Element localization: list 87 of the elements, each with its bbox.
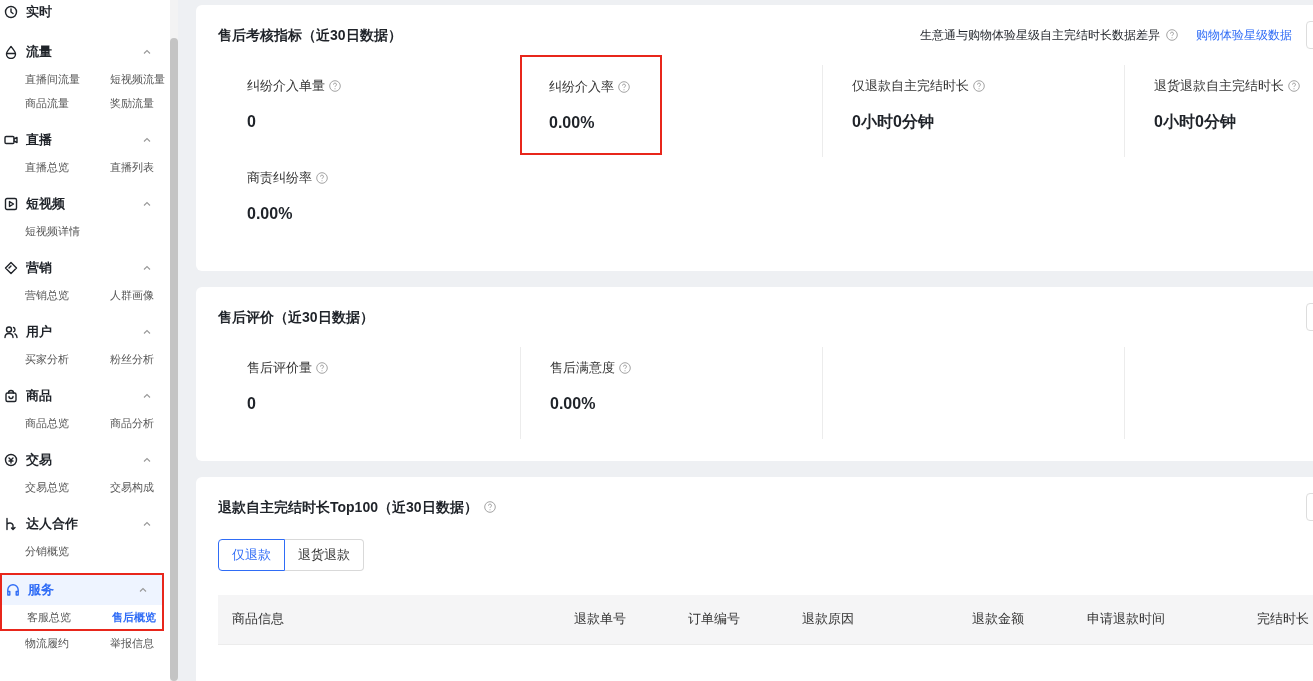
sidebar-item[interactable]: 直播总览	[25, 155, 97, 179]
metric-value: 0	[247, 111, 257, 132]
segment-tab[interactable]: 仅退款	[218, 539, 285, 571]
sidebar-item[interactable]: 粉丝分析	[110, 347, 170, 371]
info-note: 生意通与购物体验星级自主完结时长数据差异	[920, 27, 1160, 44]
chevron-up-icon[interactable]	[142, 135, 152, 145]
column-header: 订单编号	[687, 610, 741, 629]
column-header: 退款单号	[573, 610, 627, 629]
bag-icon	[4, 389, 18, 403]
help-icon[interactable]	[483, 501, 496, 513]
sidebar-item[interactable]: 物流履约	[25, 631, 97, 655]
users-icon	[4, 325, 18, 339]
play-icon	[4, 197, 18, 211]
sidebar-group-header[interactable]: 交易	[0, 445, 166, 475]
chevron-up-icon[interactable]	[138, 585, 148, 595]
sidebar-item[interactable]: 交易总览	[25, 475, 97, 499]
sidebar-item[interactable]: 买家分析	[25, 347, 97, 371]
metric-value: 0.00%	[550, 393, 597, 414]
column-header: 退款原因	[801, 610, 855, 629]
metric-label: 售后满意度	[550, 359, 615, 378]
sidebar-item[interactable]: 举报信息	[110, 631, 170, 655]
help-icon[interactable]	[316, 362, 328, 374]
column-header: 退款金额	[971, 610, 1025, 629]
metric-value: 0.00%	[247, 203, 294, 224]
sidebar-group-header[interactable]: 营销	[0, 253, 166, 283]
chevron-up-icon[interactable]	[142, 391, 152, 401]
sidebar-item[interactable]: 商品分析	[110, 411, 170, 435]
chevron-up-icon[interactable]	[142, 47, 152, 57]
metric-value: 0小时0分钟	[1154, 111, 1237, 132]
metric-label: 仅退款自主完结时长	[852, 77, 969, 96]
chevron-up-icon[interactable]	[142, 327, 152, 337]
chevron-up-icon[interactable]	[142, 519, 152, 529]
sidebar-group-header[interactable]: 用户	[0, 317, 166, 347]
camera-icon	[4, 133, 18, 147]
sidebar-group-header[interactable]: 服务	[2, 575, 162, 605]
sidebar-item[interactable]: 直播间流量	[25, 67, 97, 91]
clock-icon	[4, 5, 18, 19]
sidebar-item[interactable]: 售后概览	[112, 605, 170, 629]
branch-icon	[4, 517, 18, 531]
sidebar-group-header[interactable]: 短视频	[0, 189, 166, 219]
sidebar-group-header[interactable]: 达人合作	[0, 509, 166, 539]
column-header: 完结时长	[1256, 610, 1310, 629]
column-header: 商品信息	[231, 610, 285, 629]
tag-icon	[4, 261, 18, 275]
metric-label: 纠纷介入率	[549, 78, 614, 97]
headset-icon	[6, 583, 20, 597]
metric-value: 0.00%	[549, 112, 596, 133]
column-header: 申请退款时间	[1086, 610, 1166, 629]
chevron-up-icon[interactable]	[142, 455, 152, 465]
metric-label: 退货退款自主完结时长	[1154, 77, 1284, 96]
panel-title: 售后评价（近30日数据）	[218, 307, 374, 327]
drop-icon	[4, 45, 18, 59]
metric-value: 0	[247, 393, 257, 414]
sidebar-group-header[interactable]: 流量	[0, 37, 166, 67]
sidebar-group-header[interactable]: 商品	[0, 381, 166, 411]
panel-title: 退款自主完结时长Top100（近30日数据）	[218, 497, 478, 517]
sidebar-item[interactable]: 直播列表	[110, 155, 170, 179]
metric-label: 纠纷介入单量	[247, 77, 325, 96]
chevron-up-icon[interactable]	[142, 263, 152, 273]
sidebar-item[interactable]: 交易构成	[110, 475, 170, 499]
sidebar-item[interactable]: 人群画像	[110, 283, 170, 307]
help-icon[interactable]	[316, 172, 328, 184]
metric-label: 售后评价量	[247, 359, 312, 378]
sidebar-item[interactable]: 商品流量	[25, 91, 97, 115]
scrollbar-thumb[interactable]	[170, 38, 178, 681]
panel-title: 售后考核指标（近30日数据）	[218, 25, 402, 45]
sidebar-item[interactable]: 分销概览	[25, 539, 97, 563]
sidebar-item[interactable]: 客服总览	[27, 605, 99, 629]
sidebar-item[interactable]: 短视频详情	[25, 219, 97, 243]
help-icon[interactable]	[1288, 80, 1300, 92]
help-icon[interactable]	[619, 362, 631, 374]
help-icon[interactable]	[973, 80, 985, 92]
star-data-link[interactable]: 购物体验星级数据	[1196, 26, 1292, 44]
help-icon[interactable]	[618, 81, 630, 93]
sidebar-group-header[interactable]: 直播	[0, 125, 166, 155]
help-icon[interactable]	[329, 80, 341, 92]
chevron-up-icon[interactable]	[142, 199, 152, 209]
sidebar-item[interactable]: 奖励流量	[110, 91, 170, 115]
metric-value: 0小时0分钟	[852, 111, 935, 132]
sidebar-item[interactable]: 商品总览	[25, 411, 97, 435]
coin-icon	[4, 453, 18, 467]
sidebar-group-header[interactable]: 实时	[0, 0, 166, 27]
help-icon[interactable]	[1166, 29, 1178, 41]
segment-tab[interactable]: 退货退款	[285, 539, 364, 571]
metric-label: 商责纠纷率	[247, 169, 312, 188]
sidebar-item[interactable]: 营销总览	[25, 283, 97, 307]
sidebar-item[interactable]: 短视频流量	[110, 67, 170, 91]
